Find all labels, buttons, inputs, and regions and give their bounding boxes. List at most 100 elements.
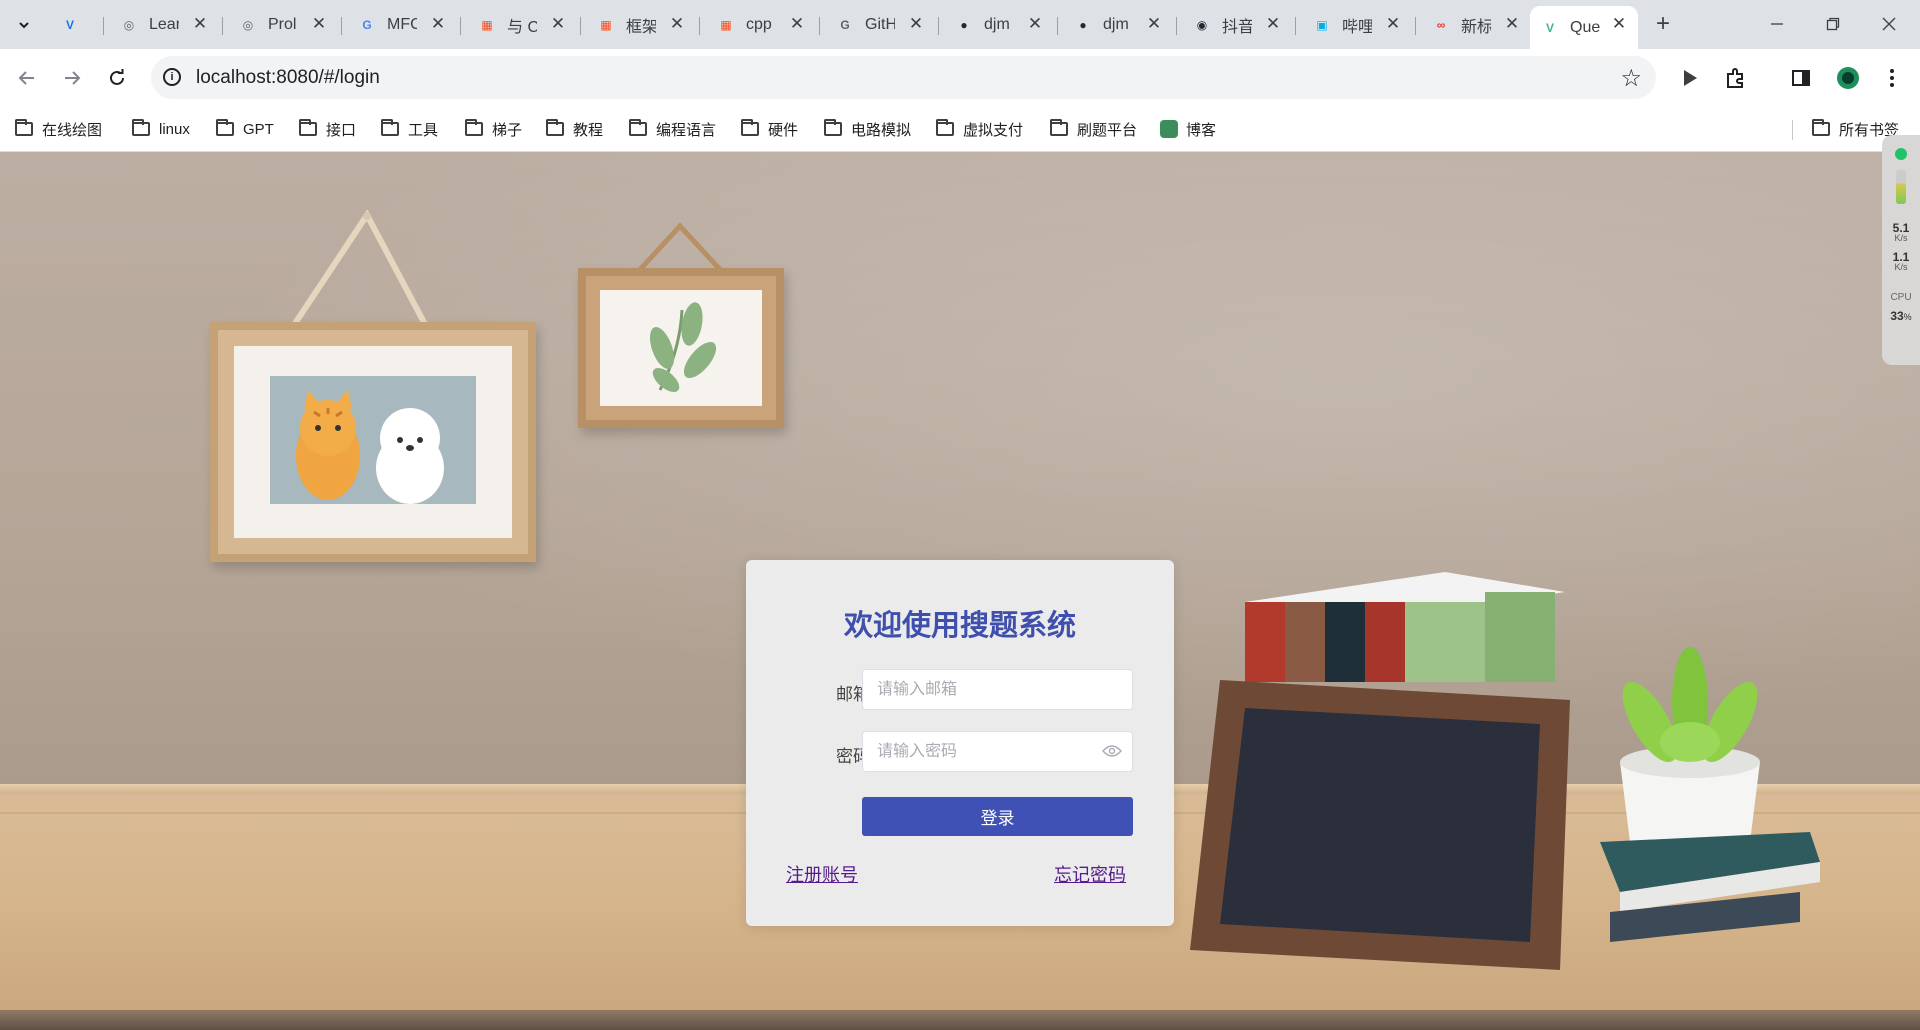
reload-button[interactable] bbox=[101, 62, 133, 94]
bookmark-label: 工具 bbox=[408, 121, 439, 139]
browser-tab[interactable]: V Que ✕ bbox=[1530, 6, 1638, 49]
address-url[interactable]: localhost:8080/#/login bbox=[196, 67, 380, 89]
microsoft-icon: ▦ bbox=[720, 17, 732, 32]
browser-tab[interactable]: ● djm ✕ bbox=[944, 6, 1054, 43]
bookmark-item[interactable]: 虚拟支付 bbox=[936, 117, 1023, 141]
browser-tab[interactable]: ▦ 框架 ✕ bbox=[586, 6, 696, 43]
tab-separator bbox=[1176, 17, 1177, 35]
bookmark-item[interactable]: 教程 bbox=[546, 117, 603, 141]
close-icon[interactable]: ✕ bbox=[549, 14, 567, 33]
restore-button[interactable] bbox=[1810, 8, 1856, 40]
cat-dog-picture-frame bbox=[210, 322, 536, 562]
tab-title: cpp bbox=[746, 15, 772, 33]
browser-tab[interactable]: ● djm ✕ bbox=[1063, 6, 1173, 43]
browser-tab[interactable]: G MFC ✕ bbox=[347, 6, 457, 43]
bookmark-item[interactable]: 硬件 bbox=[741, 117, 798, 141]
close-icon[interactable]: ✕ bbox=[668, 14, 686, 33]
avatar-icon bbox=[1837, 67, 1859, 89]
folder-icon bbox=[1050, 119, 1068, 136]
back-button[interactable] bbox=[11, 62, 43, 94]
frame-hanger-string bbox=[289, 210, 430, 330]
browser-menu-button[interactable] bbox=[1876, 62, 1908, 94]
bookmark-label: 虚拟支付 bbox=[963, 121, 1024, 139]
bookmark-label: GPT bbox=[243, 120, 274, 138]
folder-icon bbox=[824, 119, 842, 136]
tab-title: djm bbox=[1103, 15, 1129, 33]
status-dot-icon bbox=[1895, 148, 1907, 160]
folder-icon bbox=[936, 119, 954, 136]
bookmark-item[interactable]: 博客 bbox=[1160, 117, 1216, 141]
browser-tab[interactable]: ◉ 抖音 ✕ bbox=[1182, 6, 1292, 43]
arrow-right-icon bbox=[65, 71, 81, 85]
browser-tab[interactable]: ◎ Lear ✕ bbox=[109, 6, 219, 43]
side-panel-icon bbox=[1792, 70, 1810, 86]
bookmark-star-icon[interactable]: ☆ bbox=[1620, 64, 1642, 93]
vue-icon: V bbox=[1545, 20, 1554, 35]
minimize-button[interactable] bbox=[1754, 8, 1800, 40]
close-icon[interactable]: ✕ bbox=[1384, 14, 1402, 33]
forgot-password-link[interactable]: 忘记密码 bbox=[1054, 861, 1126, 887]
browser-tab[interactable]: G GitH ✕ bbox=[825, 6, 935, 43]
browser-tab[interactable]: V bbox=[50, 6, 100, 43]
bookmark-item[interactable]: 编程语言 bbox=[629, 117, 716, 141]
bookmark-label: 电路模拟 bbox=[851, 121, 912, 139]
bookmark-item[interactable]: 工具 bbox=[381, 117, 438, 141]
address-bar[interactable]: i localhost:8080/#/login ☆ bbox=[151, 56, 1656, 99]
tab-title: 新标 bbox=[1461, 18, 1491, 36]
infinity-icon: ∞ bbox=[1436, 17, 1446, 32]
eye-icon[interactable] bbox=[1102, 744, 1122, 758]
tab-title: 框架 bbox=[626, 18, 656, 36]
bookmark-item[interactable]: 梯子 bbox=[465, 117, 522, 141]
tiktok-icon: ◉ bbox=[1196, 17, 1208, 32]
register-link[interactable]: 注册账号 bbox=[786, 861, 858, 887]
close-icon[interactable]: ✕ bbox=[429, 14, 447, 33]
media-play-button[interactable] bbox=[1674, 62, 1706, 94]
browser-tab[interactable]: ▣ 哔哩 ✕ bbox=[1302, 6, 1412, 43]
close-icon[interactable]: ✕ bbox=[1503, 14, 1521, 33]
upload-speed-unit: K/s bbox=[1894, 233, 1908, 243]
blog-favicon-icon bbox=[1160, 120, 1178, 138]
minimize-icon bbox=[1771, 23, 1783, 25]
bookmark-item[interactable]: 刷题平台 bbox=[1050, 117, 1137, 141]
bookmark-label: 硬件 bbox=[768, 121, 799, 139]
browser-tab[interactable]: ▦ cpp ✕ bbox=[706, 6, 816, 43]
folder-icon bbox=[15, 119, 33, 136]
reload-icon bbox=[110, 69, 124, 85]
folder-icon bbox=[629, 119, 647, 136]
close-icon[interactable]: ✕ bbox=[1610, 14, 1628, 33]
cpu-value-number: 33 bbox=[1890, 309, 1904, 323]
leaf-illustration bbox=[649, 302, 717, 392]
bookmark-label: 在线绘图 bbox=[42, 121, 103, 139]
close-icon[interactable]: ✕ bbox=[788, 14, 806, 33]
tab-search-button[interactable] bbox=[8, 9, 40, 41]
close-icon[interactable]: ✕ bbox=[1145, 14, 1163, 33]
close-icon[interactable]: ✕ bbox=[1264, 14, 1282, 33]
browser-tab[interactable]: ∞ 新标 ✕ bbox=[1421, 6, 1531, 43]
bookmark-item[interactable]: GPT bbox=[216, 117, 274, 141]
new-tab-button[interactable]: + bbox=[1649, 10, 1677, 38]
tab-title: 哔哩 bbox=[1342, 18, 1372, 36]
site-info-icon[interactable]: i bbox=[163, 68, 181, 86]
close-icon[interactable]: ✕ bbox=[907, 14, 925, 33]
tab-separator bbox=[1057, 17, 1058, 35]
bookmark-item[interactable]: 电路模拟 bbox=[824, 117, 911, 141]
extensions-button[interactable] bbox=[1720, 62, 1752, 94]
tab-title: GitH bbox=[865, 15, 895, 33]
close-icon[interactable]: ✕ bbox=[310, 14, 328, 33]
browser-tab[interactable]: ▦ 与 C ✕ bbox=[467, 6, 577, 43]
bookmark-item[interactable]: linux bbox=[132, 117, 190, 141]
forward-button[interactable] bbox=[56, 62, 88, 94]
bookmark-item[interactable]: 在线绘图 bbox=[15, 117, 102, 141]
password-input[interactable] bbox=[862, 731, 1133, 772]
profile-avatar[interactable] bbox=[1832, 62, 1864, 94]
login-button[interactable]: 登录 bbox=[862, 797, 1133, 836]
close-icon[interactable]: ✕ bbox=[1026, 14, 1044, 33]
side-panel-button[interactable] bbox=[1785, 62, 1817, 94]
potted-plant bbox=[1620, 647, 1760, 857]
email-input[interactable] bbox=[862, 669, 1133, 710]
close-icon[interactable]: ✕ bbox=[191, 14, 209, 33]
browser-tab[interactable]: ◎ Prol ✕ bbox=[228, 6, 338, 43]
bookmark-item[interactable]: 接口 bbox=[299, 117, 356, 141]
close-window-button[interactable] bbox=[1866, 8, 1912, 40]
login-card: 欢迎使用搜题系统 邮箱 密码 登录 注册账号 忘记密码 bbox=[746, 560, 1174, 926]
